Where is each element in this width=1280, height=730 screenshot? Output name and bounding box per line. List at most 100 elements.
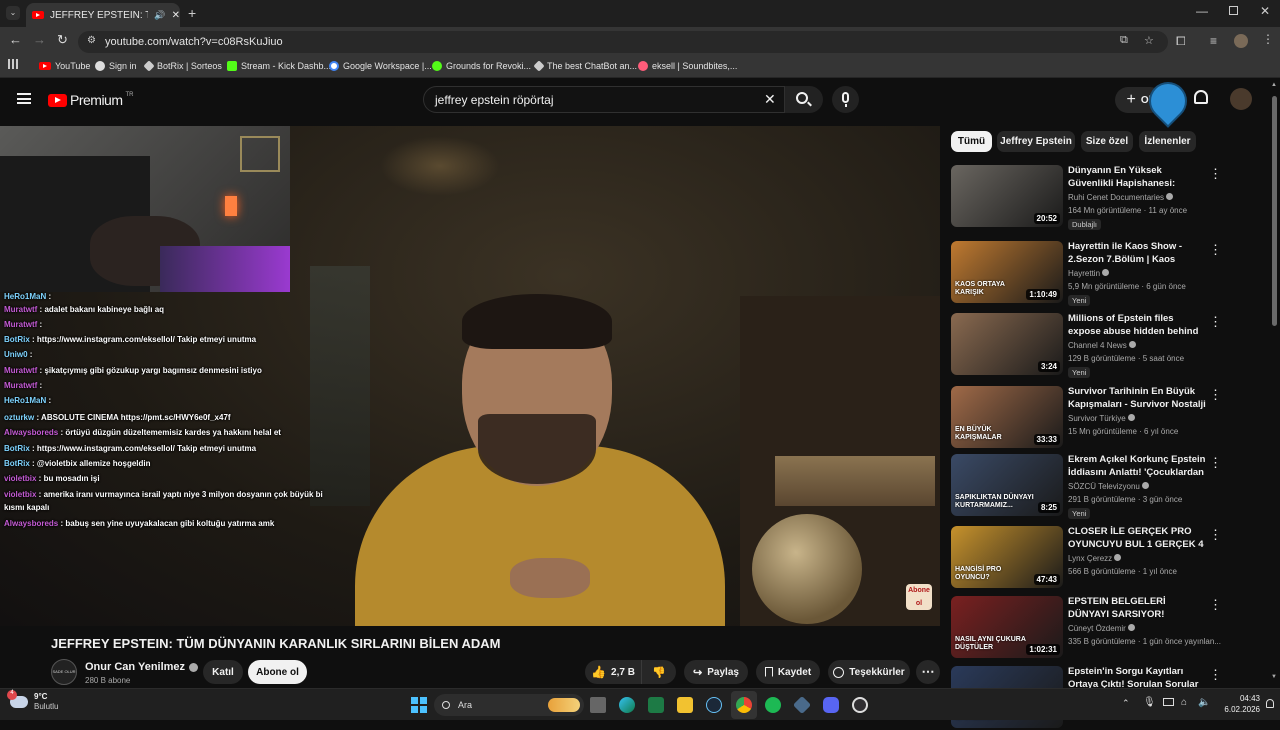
start-button[interactable] [411,697,427,713]
share-button[interactable]: ↪ Paylaş [684,660,748,684]
cast-icon[interactable]: ⧉ [1120,34,1128,47]
bookmark-grounds[interactable]: Grounds for Revoki... [432,59,531,73]
edge-icon[interactable] [619,697,635,713]
video-title[interactable]: EPSTEIN BELGELERİ DÜNYAYI SARSIYOR! PREN… [1068,596,1208,621]
video-channel[interactable]: Channel 4 News [1068,341,1136,350]
video-thumbnail[interactable]: HANGİSİ PRO OYUNCU? 47:43 [951,526,1063,588]
reload-icon[interactable]: ↻ [57,32,68,48]
display-tray-icon[interactable] [1163,698,1174,706]
mic-tray-icon[interactable]: 🎙 [1143,697,1156,708]
clock[interactable]: 04:43 6.02.2026 [1218,693,1260,715]
bookmark-google-workspace[interactable]: Google Workspace |... [329,59,432,73]
more-options-icon[interactable]: ⋮ [1209,388,1222,404]
more-options-icon[interactable]: ⋮ [1209,167,1222,183]
close-window-button[interactable]: ✕ [1260,4,1270,18]
subscribe-watermark[interactable]: Abone ol [906,584,932,610]
bookmark-kick[interactable]: Stream - Kick Dashb... [227,59,331,73]
video-title[interactable]: Ekrem Açıkel Korkunç Epstein İddiasını A… [1068,454,1208,479]
chrome-icon[interactable] [736,697,752,713]
profile-avatar[interactable] [1234,34,1248,48]
more-options-icon[interactable]: ⋮ [1209,668,1222,684]
weather-widget[interactable]: 4 9°C Bulutlu [7,690,58,712]
tab-close-icon[interactable]: ✕ [172,10,180,21]
hamburger-menu-icon[interactable] [17,93,31,104]
recommended-video[interactable]: 20:52 Dünyanın En Yüksek Güvenlikli Hapis… [951,165,1271,230]
video-thumbnail[interactable]: SAPIKLIKTAN DÜNYAYI KURTARMAMIZ... 8:25 [951,454,1063,516]
discord-icon[interactable] [823,697,839,713]
new-tab-button[interactable]: + [188,5,196,21]
scrollbar-thumb[interactable] [1272,96,1277,326]
apps-grid-icon[interactable] [8,59,18,69]
excel-icon[interactable] [648,697,664,713]
video-channel[interactable]: Survivor Türkiye [1068,414,1135,423]
obs-icon[interactable] [852,697,868,713]
speaker-icon[interactable]: 🔊 [154,10,165,21]
taskbar-search[interactable]: Ara [434,694,584,716]
recommended-video[interactable]: 3:24 Millions of Epstein files expose abu… [951,313,1271,378]
youtube-logo[interactable]: Premium TR [48,92,134,108]
forward-icon[interactable]: → [33,32,46,47]
site-info-icon[interactable]: ⚙ [87,35,96,46]
video-title[interactable]: CLOSER İLE GERÇEK PRO OYUNCUYU BUL 1 GER… [1068,526,1208,551]
back-icon[interactable]: ← [9,32,22,47]
maximize-button[interactable] [1229,6,1238,15]
spotify-icon[interactable] [765,697,781,713]
video-title[interactable]: Survivor Tarihinin En Büyük Kapışmaları … [1068,386,1208,411]
reading-list-icon[interactable]: ≡ [1210,34,1217,48]
recommended-video[interactable]: EN BÜYÜK KAPIŞMALAR 33:33 Survivor Tarihin… [951,386,1271,450]
tab-search-button[interactable]: ⌄ [6,6,20,20]
clear-search-icon[interactable]: ✕ [764,91,776,108]
video-channel[interactable]: Hayrettin [1068,269,1110,278]
steam-icon[interactable] [706,697,722,713]
page-scrollbar[interactable]: ▲ ▼ [1271,82,1278,682]
join-button[interactable]: Katıl [203,660,243,684]
save-button[interactable]: Kaydet [756,660,820,684]
network-icon[interactable]: ⌂ [1181,697,1187,708]
dislike-button[interactable]: 👎 [642,660,676,684]
filter-chip-jeffrey-epstein[interactable]: Jeffrey Epstein [997,131,1075,152]
video-channel[interactable]: Ruhi Cenet Documentaries [1068,193,1174,202]
recommended-video[interactable]: HANGİSİ PRO OYUNCU? 47:43 CLOSER İLE GERÇE… [951,526,1271,590]
bookmark-youtube[interactable]: YouTube [39,59,90,73]
video-channel[interactable]: Cüneyt Özdemir [1068,624,1136,633]
minimize-button[interactable]: — [1196,4,1208,18]
search-button[interactable] [785,86,823,113]
bookmark-chatbot[interactable]: The best ChatBot an... [533,59,637,73]
active-tab[interactable]: JEFFREY EPSTEIN: TÜM DÜN 🔊 ✕ [26,3,180,27]
video-thumbnail[interactable]: 20:52 [951,165,1063,227]
filter-chip-for-you[interactable]: Size özel [1081,131,1133,152]
more-options-icon[interactable]: ⋮ [1209,528,1222,544]
video-thumbnail[interactable]: EN BÜYÜK KAPIŞMALAR 33:33 [951,386,1063,448]
video-player[interactable]: HeRo1MaN : Muratwtf : adalet bakanı kabi… [0,126,940,626]
video-thumbnail[interactable]: KAOS ORTAYA KARIŞIK 1:10:49 [951,241,1063,303]
task-view-icon[interactable] [590,697,606,713]
video-title[interactable]: Dünyanın En Yüksek Güvenlikli Hapishanes… [1068,165,1208,190]
recommended-video[interactable]: KAOS ORTAYA KARIŞIK 1:10:49 Hayrettin ile … [951,241,1271,306]
notifications-bell-icon[interactable] [1194,90,1208,104]
bookmark-star-icon[interactable]: ☆ [1144,34,1154,47]
voice-search-button[interactable] [832,86,859,113]
recommended-video[interactable]: NASIL AYNI ÇUKURA DÜŞTÜLER 1:02:31 EPSTEIN… [951,596,1271,660]
more-options-icon[interactable]: ⋮ [1209,243,1222,259]
channel-name[interactable]: Onur Can Yenilmez [85,661,199,673]
app-icon[interactable] [792,695,812,715]
volume-icon[interactable]: 🔈 [1198,697,1210,708]
video-channel[interactable]: Lynx Çerezz [1068,554,1122,563]
extensions-icon[interactable]: ⧠ [1176,34,1186,49]
account-avatar[interactable] [1230,88,1252,110]
bookmark-botrix[interactable]: BotRix | Sorteos [143,59,222,73]
video-title[interactable]: Hayrettin ile Kaos Show - 2.Sezon 7.Bölü… [1068,241,1208,266]
thanks-button[interactable]: Teşekkürler [828,660,910,684]
subscribe-button[interactable]: Abone ol [248,660,307,684]
video-thumbnail[interactable]: 3:24 [951,313,1063,375]
video-thumbnail[interactable]: NASIL AYNI ÇUKURA DÜŞTÜLER 1:02:31 [951,596,1063,658]
like-button[interactable]: 👍 2,7 B [585,660,642,684]
more-options-icon[interactable]: ⋮ [1209,456,1222,472]
video-channel[interactable]: SÖZCÜ Televizyonu [1068,482,1150,491]
video-title[interactable]: Millions of Epstein files expose abuse h… [1068,313,1208,338]
filter-chip-all[interactable]: Tümü [951,131,992,152]
filter-chip-watched[interactable]: İzlenenler [1139,131,1196,152]
more-options-icon[interactable]: ⋮ [1209,315,1222,331]
bookmark-signin[interactable]: Sign in [95,59,137,73]
file-explorer-icon[interactable] [677,697,693,713]
